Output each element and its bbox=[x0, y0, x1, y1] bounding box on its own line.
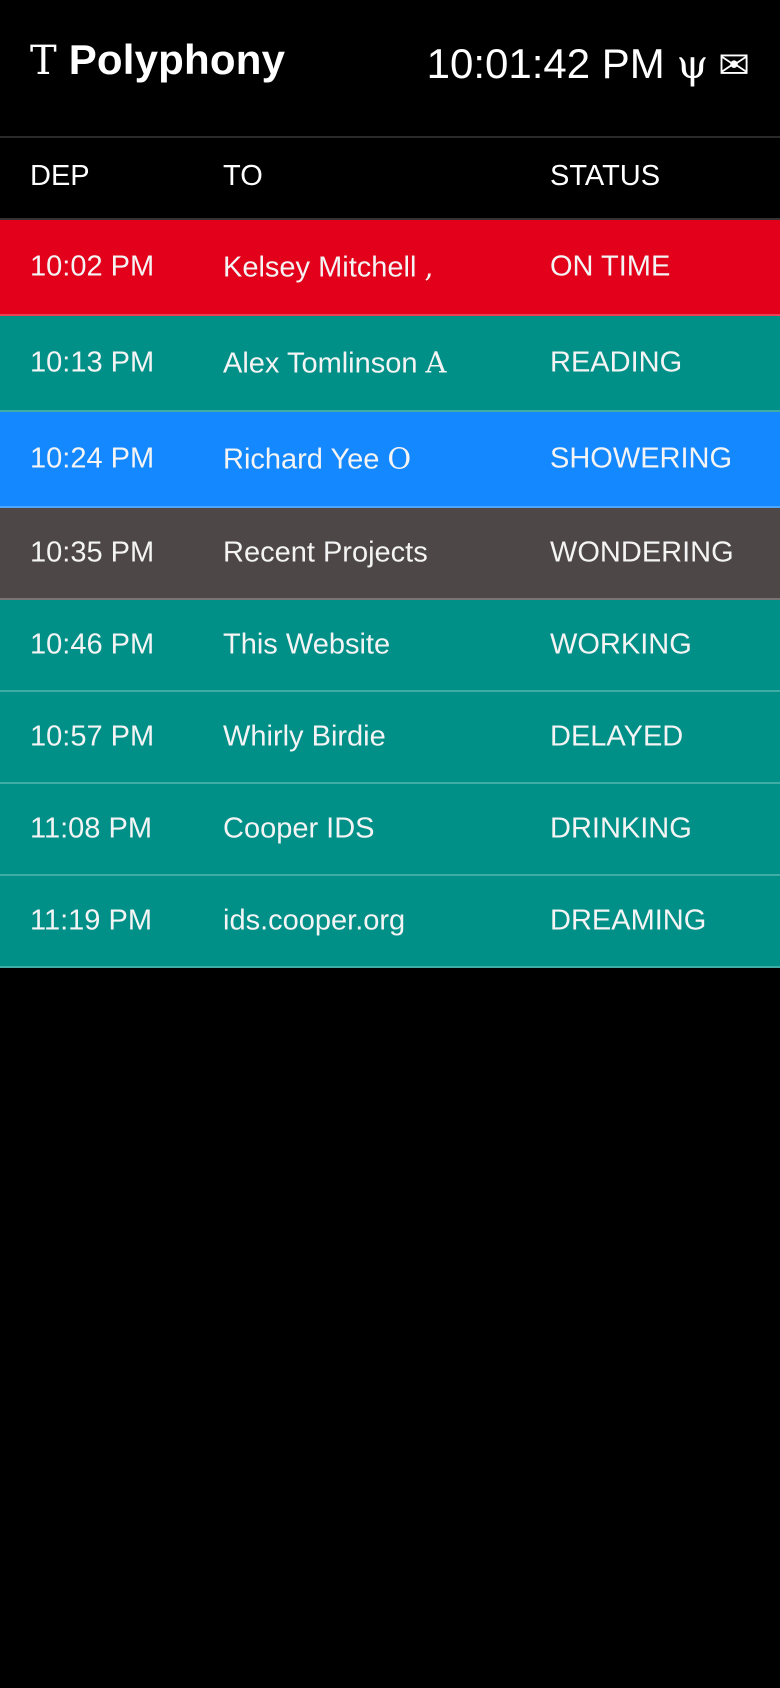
row-status: SHOWERING bbox=[550, 442, 733, 475]
brand[interactable]: T Polyphony bbox=[30, 36, 285, 84]
clock-time: 10:01:42 PM bbox=[426, 40, 665, 87]
row-destination[interactable]: Richard Yee O bbox=[223, 442, 411, 477]
departure-board-page: T Polyphony 10:01:42 PM ψ ✉ DEP TO STATU… bbox=[0, 0, 780, 1688]
row-destination[interactable]: Kelsey Mitchell, bbox=[223, 250, 434, 285]
table-row[interactable]: 11:19 PM ids.cooper.org DREAMING bbox=[0, 876, 780, 968]
row-destination-glyph-icon: A bbox=[425, 345, 447, 380]
row-destination-glyph-icon: , bbox=[424, 249, 434, 284]
row-destination[interactable]: Cooper IDS bbox=[223, 813, 375, 846]
departure-list: 10:02 PM Kelsey Mitchell, ON TIME 10:13 … bbox=[0, 220, 780, 968]
table-row[interactable]: 10:13 PM Alex Tomlinson A READING bbox=[0, 316, 780, 412]
row-status: WORKING bbox=[550, 628, 692, 661]
table-row[interactable]: 10:24 PM Richard Yee O SHOWERING bbox=[0, 412, 780, 508]
column-header-status: STATUS bbox=[550, 160, 661, 192]
column-header-to: TO bbox=[223, 160, 263, 192]
row-dep-time: 11:08 PM bbox=[30, 812, 152, 845]
row-destination[interactable]: Recent Projects bbox=[223, 537, 428, 570]
row-dep-time: 11:19 PM bbox=[30, 904, 152, 937]
row-destination-label: Kelsey Mitchell bbox=[223, 251, 417, 284]
column-header-dep: DEP bbox=[30, 160, 90, 192]
row-destination-label: Alex Tomlinson bbox=[223, 347, 418, 380]
row-dep-time: 10:46 PM bbox=[30, 628, 155, 661]
table-row[interactable]: 10:02 PM Kelsey Mitchell, ON TIME bbox=[0, 220, 780, 316]
psi-icon[interactable]: ψ bbox=[677, 42, 708, 88]
row-destination[interactable]: This Website bbox=[223, 629, 390, 662]
row-status: DELAYED bbox=[550, 720, 684, 753]
row-dep-time: 10:02 PM bbox=[30, 250, 155, 283]
table-row[interactable]: 11:08 PM Cooper IDS DRINKING bbox=[0, 784, 780, 876]
mail-icon[interactable]: ✉ bbox=[718, 43, 750, 87]
table-row[interactable]: 10:46 PM This Website WORKING bbox=[0, 600, 780, 692]
row-destination-glyph-icon: O bbox=[387, 441, 412, 476]
row-destination-label: Richard Yee bbox=[223, 443, 380, 476]
column-headers: DEP TO STATUS bbox=[0, 138, 780, 220]
table-row[interactable]: 10:57 PM Whirly Birdie DELAYED bbox=[0, 692, 780, 784]
brand-title: Polyphony bbox=[68, 36, 286, 83]
row-dep-time: 10:57 PM bbox=[30, 720, 155, 753]
row-destination[interactable]: Alex Tomlinson A bbox=[223, 346, 446, 381]
table-row[interactable]: 10:35 PM Recent Projects WONDERING bbox=[0, 508, 780, 600]
row-status: WONDERING bbox=[550, 536, 734, 569]
row-dep-time: 10:13 PM bbox=[30, 346, 155, 379]
row-dep-time: 10:24 PM bbox=[30, 442, 155, 475]
row-status: READING bbox=[550, 346, 683, 379]
row-dep-time: 10:35 PM bbox=[30, 536, 155, 569]
row-status: DREAMING bbox=[550, 904, 707, 937]
brand-logo-icon: T bbox=[30, 38, 57, 84]
header-bar: T Polyphony 10:01:42 PM ψ ✉ bbox=[0, 0, 780, 138]
row-status: ON TIME bbox=[550, 250, 671, 283]
row-destination[interactable]: ids.cooper.org bbox=[223, 905, 405, 938]
row-destination[interactable]: Whirly Birdie bbox=[223, 721, 386, 754]
row-status: DRINKING bbox=[550, 812, 692, 845]
clock-area: 10:01:42 PM ψ ✉ bbox=[427, 40, 750, 88]
